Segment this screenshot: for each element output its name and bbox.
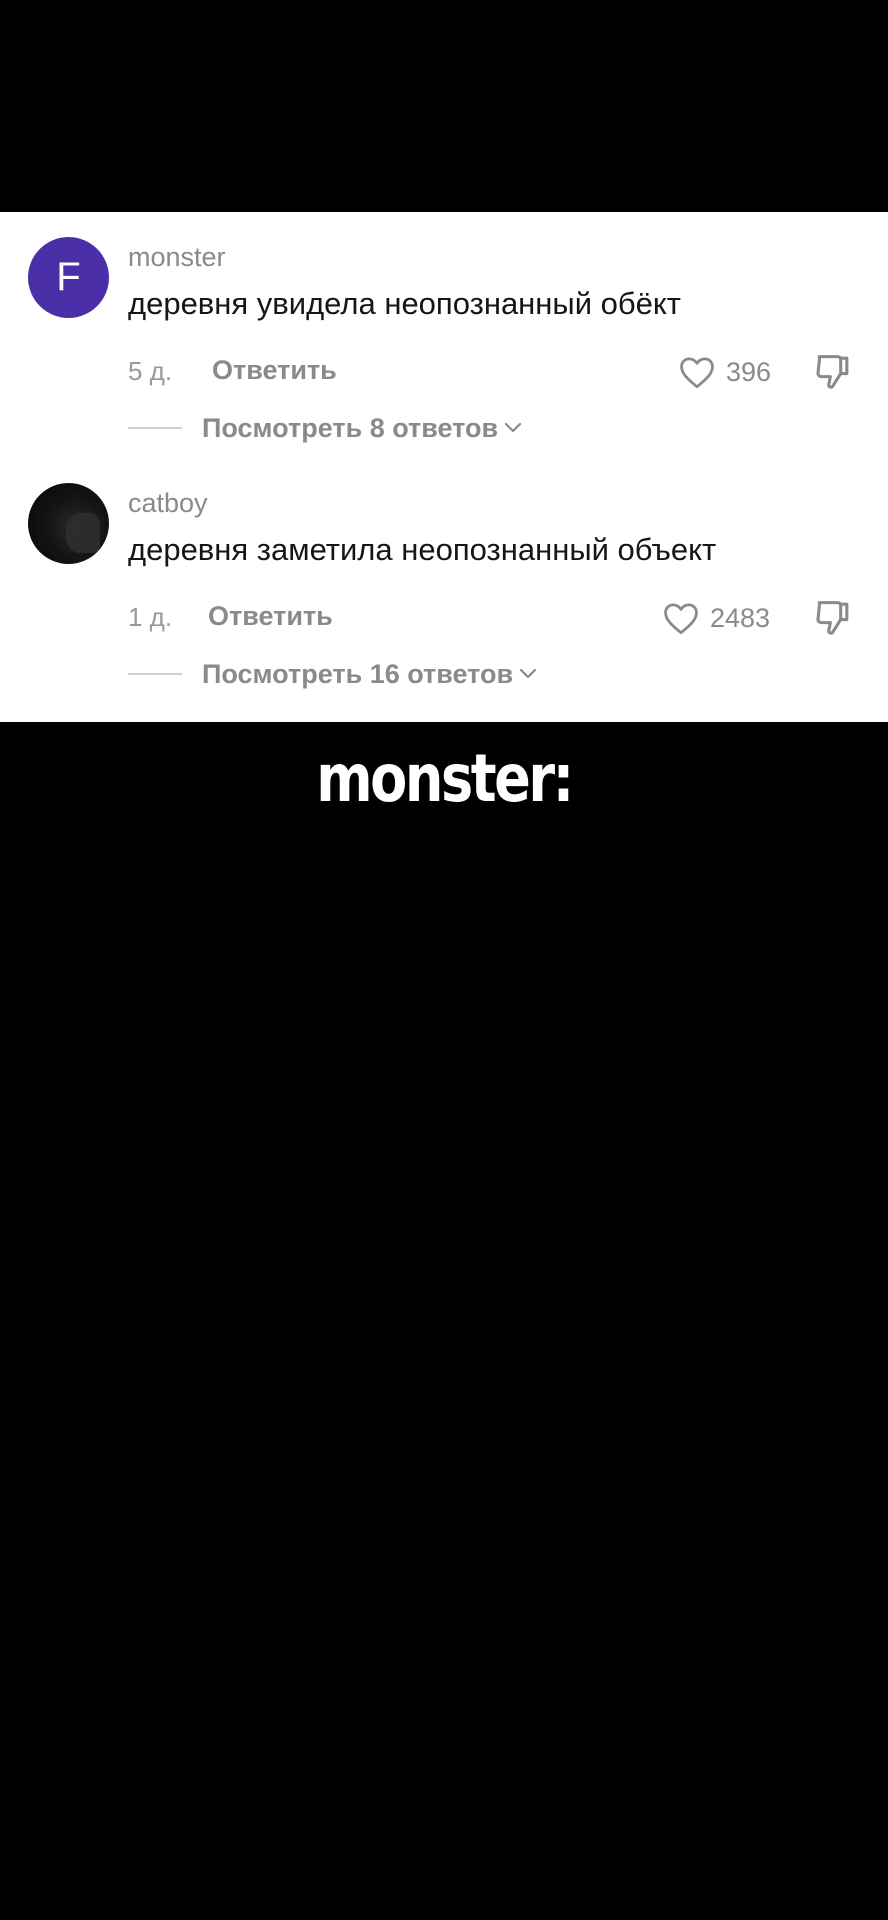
chevron-down-icon <box>505 422 522 433</box>
comment-age: 1 д. <box>128 602 173 632</box>
comments-panel: F monster деревня увидела неопознанный о… <box>0 212 888 722</box>
like-button[interactable]: 2483 <box>662 598 770 638</box>
like-button[interactable]: 396 <box>678 352 771 392</box>
avatar-photo-shape <box>66 513 100 553</box>
avatar[interactable] <box>28 483 109 564</box>
comment: catboy деревня заметила неопознанный объ… <box>0 458 888 703</box>
comment: F monster деревня увидела неопознанный о… <box>0 212 888 457</box>
like-count: 396 <box>726 356 772 387</box>
heart-icon <box>680 357 714 389</box>
thumbs-down-icon[interactable] <box>814 598 852 638</box>
like-count: 2483 <box>710 602 771 633</box>
top-black-band <box>0 0 888 212</box>
view-replies-label: Посмотреть 16 ответов <box>202 658 514 689</box>
divider <box>128 673 182 675</box>
avatar-letter: F <box>56 255 81 299</box>
avatar[interactable]: F <box>28 237 109 318</box>
thumbs-down-icon[interactable] <box>814 352 852 392</box>
view-replies-button[interactable]: Посмотреть 8 ответов <box>128 408 522 448</box>
view-replies-button[interactable]: Посмотреть 16 ответов <box>128 654 537 694</box>
view-replies-label: Посмотреть 8 ответов <box>202 412 499 443</box>
reply-button[interactable]: Ответить <box>212 355 337 386</box>
heart-icon <box>664 603 698 635</box>
chevron-down-icon <box>520 668 537 679</box>
comment-actions: 5 д. Ответить 396 <box>128 352 858 392</box>
comment-text: деревня заметила неопознанный объект <box>128 532 717 567</box>
video-caption: monster: <box>316 740 574 817</box>
comment-username[interactable]: catboy <box>128 488 208 519</box>
divider <box>128 427 182 429</box>
comment-actions: 1 д. Ответить 2483 <box>128 598 858 638</box>
comment-username[interactable]: monster <box>128 242 226 273</box>
reply-button[interactable]: Ответить <box>208 601 333 632</box>
comment-age: 5 д. <box>128 356 173 386</box>
comment-text: деревня увидела неопознанный обёкт <box>128 286 681 321</box>
